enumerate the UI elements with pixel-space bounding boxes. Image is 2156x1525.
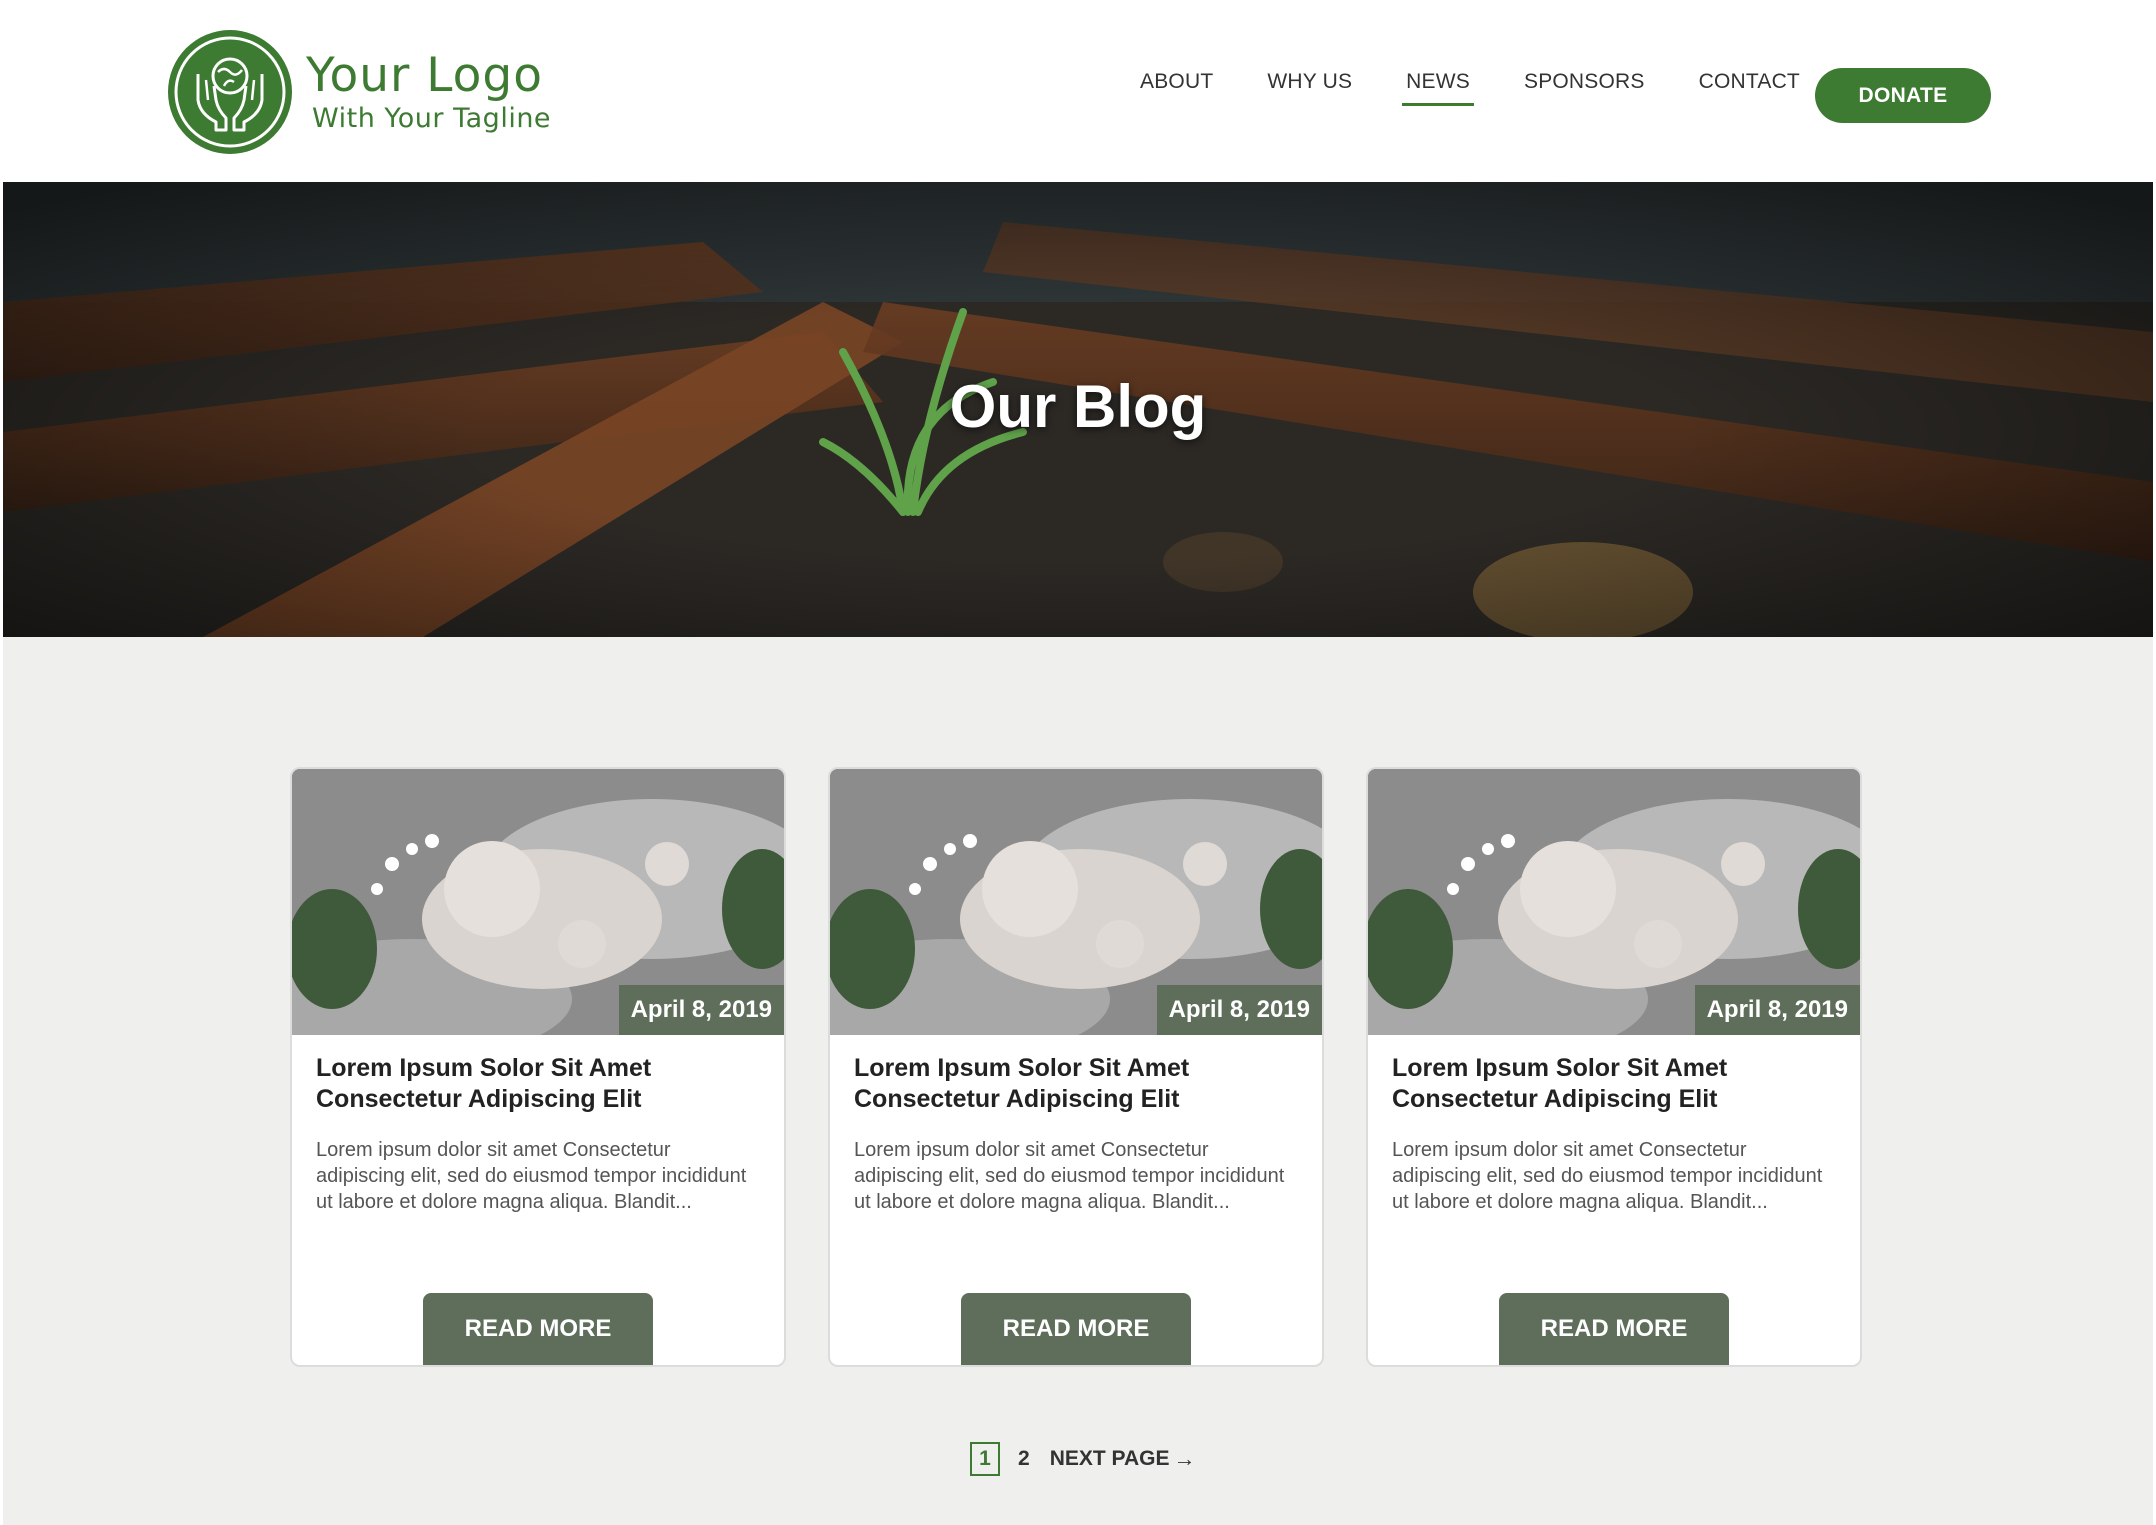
page-link-2[interactable]: 2 xyxy=(1018,1447,1030,1471)
main-nav: ABOUT WHY US NEWS SPONSORS CONTACT xyxy=(1140,70,1854,106)
post-title[interactable]: Lorem Ipsum Solor Sit Amet Consectetur A… xyxy=(854,1053,1294,1115)
nav-item-news[interactable]: NEWS xyxy=(1402,70,1474,106)
page-current[interactable]: 1 xyxy=(970,1442,1000,1476)
blog-section: April 8, 2019 Lorem Ipsum Solor Sit Amet… xyxy=(3,637,2153,1525)
post-date: April 8, 2019 xyxy=(618,985,784,1035)
arrow-right-icon: → xyxy=(1173,1446,1196,1471)
read-more-button[interactable]: READ MORE xyxy=(423,1293,653,1365)
logo-title: Your Logo xyxy=(306,48,543,103)
post-image[interactable]: April 8, 2019 xyxy=(292,769,784,1035)
nav-item-about[interactable]: ABOUT xyxy=(1140,70,1213,106)
post-excerpt: Lorem ipsum dolor sit amet Consectetur a… xyxy=(316,1139,747,1213)
blog-card: April 8, 2019 Lorem Ipsum Solor Sit Amet… xyxy=(1366,767,1862,1367)
post-image[interactable]: April 8, 2019 xyxy=(1368,769,1860,1035)
blog-card: April 8, 2019 Lorem Ipsum Solor Sit Amet… xyxy=(290,767,786,1367)
donate-button[interactable]: DONATE xyxy=(1815,68,1991,123)
post-excerpt: Lorem ipsum dolor sit amet Consectetur a… xyxy=(1392,1139,1823,1213)
nav-item-contact[interactable]: CONTACT xyxy=(1699,70,1800,106)
nav-item-sponsors[interactable]: SPONSORS xyxy=(1524,70,1645,106)
post-title[interactable]: Lorem Ipsum Solor Sit Amet Consectetur A… xyxy=(316,1053,756,1115)
pagination: 1 2 NEXT PAGE → xyxy=(970,1442,1195,1476)
post-image[interactable]: April 8, 2019 xyxy=(830,769,1322,1035)
hands-globe-icon xyxy=(168,30,292,154)
site-header: Your Logo With Your Tagline ABOUT WHY US… xyxy=(0,0,2156,182)
next-page-label: NEXT PAGE xyxy=(1049,1447,1170,1470)
hero-banner: Our Blog xyxy=(3,182,2153,637)
post-date: April 8, 2019 xyxy=(1694,985,1860,1035)
post-date: April 8, 2019 xyxy=(1156,985,1322,1035)
next-page-link[interactable]: NEXT PAGE → xyxy=(1050,1446,1196,1472)
post-title[interactable]: Lorem Ipsum Solor Sit Amet Consectetur A… xyxy=(1392,1053,1832,1115)
logo-tagline: With Your Tagline xyxy=(312,103,552,134)
read-more-button[interactable]: READ MORE xyxy=(961,1293,1191,1365)
post-excerpt: Lorem ipsum dolor sit amet Consectetur a… xyxy=(854,1139,1285,1213)
read-more-button[interactable]: READ MORE xyxy=(1499,1293,1729,1365)
page-title: Our Blog xyxy=(949,373,1207,440)
blog-card: April 8, 2019 Lorem Ipsum Solor Sit Amet… xyxy=(828,767,1324,1367)
nav-item-why-us[interactable]: WHY US xyxy=(1267,70,1352,106)
logo[interactable]: Your Logo With Your Tagline xyxy=(168,30,551,154)
